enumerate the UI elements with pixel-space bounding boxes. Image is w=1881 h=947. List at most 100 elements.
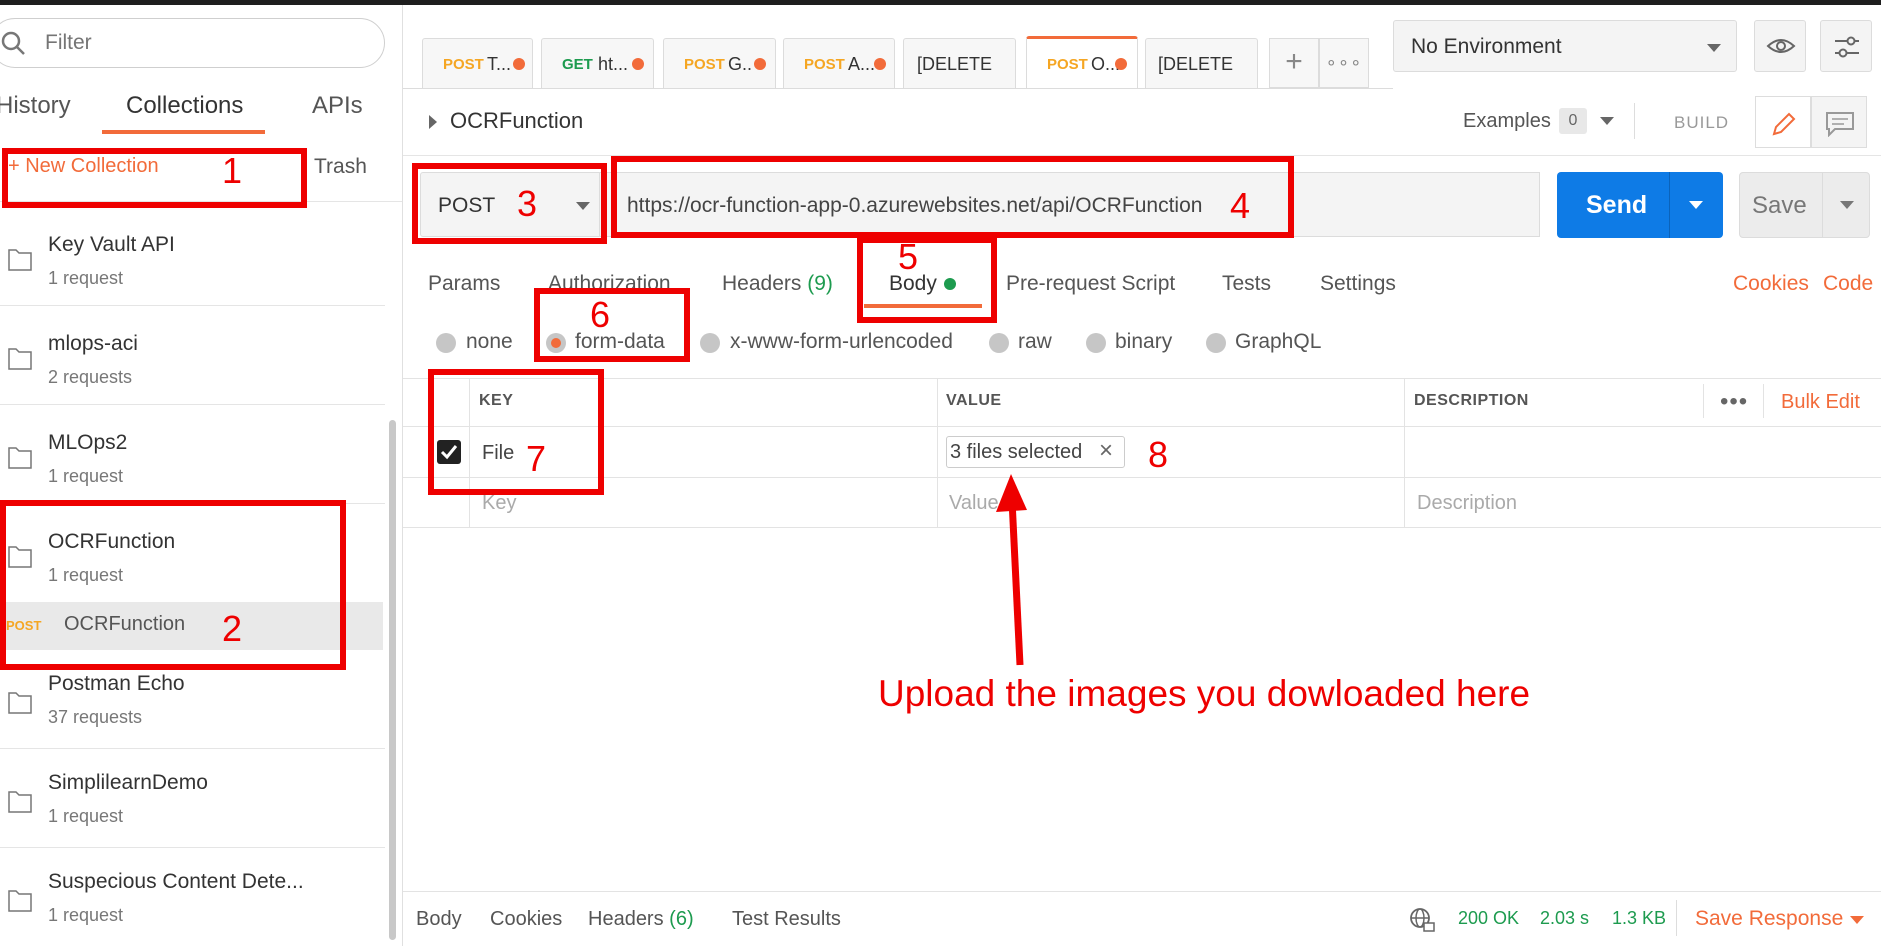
collection-name: Postman Echo (48, 672, 185, 695)
save-response-button[interactable]: Save Response (1695, 907, 1843, 931)
collection-item[interactable]: Suspecious Content Dete... 1 request (0, 848, 385, 947)
radio-urlencoded-label: x-www-form-urlencoded (730, 330, 953, 353)
unsaved-dot-icon (1115, 58, 1127, 70)
code-link[interactable]: Code (1823, 272, 1873, 296)
tab-title: [DELETE (1158, 54, 1234, 74)
environment-quick-look-button[interactable] (1754, 20, 1806, 72)
bulk-edit-link[interactable]: Bulk Edit (1781, 391, 1860, 414)
request-tab[interactable]: POST A... (783, 38, 895, 88)
divider (1634, 103, 1635, 139)
description-input[interactable]: Description (1417, 492, 1517, 515)
trash-button[interactable]: Trash (314, 155, 367, 179)
annotation-number-2: 2 (222, 608, 243, 649)
column-divider (1703, 384, 1704, 418)
unsaved-dot-icon (513, 58, 525, 70)
annotation-number-4: 4 (1230, 185, 1251, 226)
tab-title: ht... (598, 54, 629, 74)
collection-item[interactable]: SimplilearnDemo 1 request (0, 749, 385, 848)
eye-icon (1766, 39, 1796, 53)
radio-raw[interactable] (989, 333, 1009, 353)
tab-headers[interactable]: Headers (9) (722, 272, 833, 296)
annotation-box-5 (857, 237, 997, 323)
send-split-divider (1669, 172, 1670, 238)
request-tab[interactable]: POST G.. (663, 38, 776, 88)
collection-name: SimplilearnDemo (48, 771, 208, 794)
comments-button[interactable] (1811, 96, 1867, 148)
annotation-box-3 (412, 163, 607, 244)
column-divider (937, 378, 938, 527)
radio-graphql[interactable] (1206, 333, 1226, 353)
annotation-instruction: Upload the images you dowloaded here (878, 673, 1531, 714)
examples-dropdown[interactable]: Examples (1463, 110, 1551, 133)
tab-tests[interactable]: Tests (1222, 272, 1271, 296)
sidebar-scrollbar[interactable] (389, 420, 396, 940)
cookies-link[interactable]: Cookies (1733, 272, 1809, 296)
annotation-number-7: 7 (526, 438, 547, 479)
row-divider (403, 477, 1881, 478)
chevron-down-icon (1707, 44, 1721, 52)
files-selected-chip[interactable]: 3 files selected × (946, 436, 1125, 468)
tab-apis[interactable]: APIs (312, 92, 363, 120)
chevron-down-icon[interactable] (1840, 201, 1854, 209)
folder-icon (8, 692, 32, 714)
chevron-down-icon[interactable] (1689, 201, 1703, 209)
files-selected-label: 3 files selected (950, 441, 1083, 463)
request-tab[interactable]: [DELETE (1145, 38, 1258, 88)
globe-lock-icon[interactable] (1408, 906, 1436, 934)
save-button[interactable]: Save (1739, 172, 1870, 238)
expand-triangle-icon[interactable] (429, 115, 437, 129)
close-icon[interactable]: × (1099, 437, 1113, 465)
tab-collections[interactable]: Collections (126, 92, 243, 120)
headers-count: (9) (807, 272, 833, 295)
response-tab-headers[interactable]: Headers (6) (588, 908, 694, 931)
annotation-box-6 (534, 288, 690, 362)
more-options-icon[interactable]: ••• (1720, 388, 1748, 416)
collection-count: 1 request (48, 268, 124, 288)
response-size: 1.3 KB (1612, 908, 1667, 928)
annotation-box-2 (0, 500, 346, 670)
more-tabs-button[interactable]: ∘∘∘ (1319, 38, 1369, 88)
tab-history[interactable]: History (0, 92, 71, 120)
annotation-box-4 (611, 156, 1294, 238)
radio-binary[interactable] (1086, 333, 1106, 353)
tab-settings[interactable]: Settings (1320, 272, 1396, 296)
comment-icon (1826, 112, 1854, 137)
manage-environments-button[interactable] (1820, 20, 1872, 72)
request-tab-active[interactable]: POST O... (1026, 36, 1138, 88)
new-tab-button[interactable]: + (1269, 38, 1319, 88)
collection-item[interactable]: MLOps2 1 request (0, 405, 385, 504)
tab-title: [DELETE (917, 54, 993, 74)
build-label: BUILD (1674, 113, 1730, 132)
table-top-border (403, 378, 1881, 379)
tab-params[interactable]: Params (428, 272, 500, 296)
environment-label: No Environment (1411, 35, 1562, 58)
key-input[interactable]: Key (482, 492, 516, 515)
request-tab[interactable]: GET ht... (541, 38, 654, 88)
tabs-divider (403, 88, 1393, 89)
request-tab[interactable]: POST T... (422, 38, 533, 88)
chevron-down-icon[interactable] (1600, 117, 1614, 125)
response-tab-body[interactable]: Body (416, 908, 462, 931)
chevron-down-icon[interactable] (1850, 916, 1864, 924)
radio-x-www-form-urlencoded[interactable] (700, 333, 720, 353)
collection-item[interactable]: Key Vault API 1 request (0, 207, 385, 306)
collection-item[interactable]: mlops-aci 2 requests (0, 306, 385, 405)
request-title: OCRFunction (450, 108, 584, 133)
folder-icon (8, 249, 32, 271)
tab-pre-request-script[interactable]: Pre-request Script (1006, 272, 1175, 296)
radio-none[interactable] (436, 333, 456, 353)
collection-name: mlops-aci (48, 332, 138, 355)
edit-mode-button[interactable] (1755, 96, 1811, 148)
filter-input[interactable] (43, 19, 363, 67)
folder-icon (8, 348, 32, 370)
response-tab-cookies[interactable]: Cookies (490, 908, 562, 931)
send-button[interactable]: Send (1557, 172, 1723, 238)
request-tab[interactable]: [DELETE (903, 38, 1016, 88)
response-tab-test-results[interactable]: Test Results (732, 908, 841, 931)
folder-icon (8, 890, 32, 912)
collection-count: 1 request (48, 905, 124, 925)
environment-select[interactable]: No Environment (1393, 20, 1737, 72)
unsaved-dot-icon (874, 58, 886, 70)
save-split-divider (1822, 173, 1823, 237)
filter-box[interactable] (0, 18, 385, 68)
